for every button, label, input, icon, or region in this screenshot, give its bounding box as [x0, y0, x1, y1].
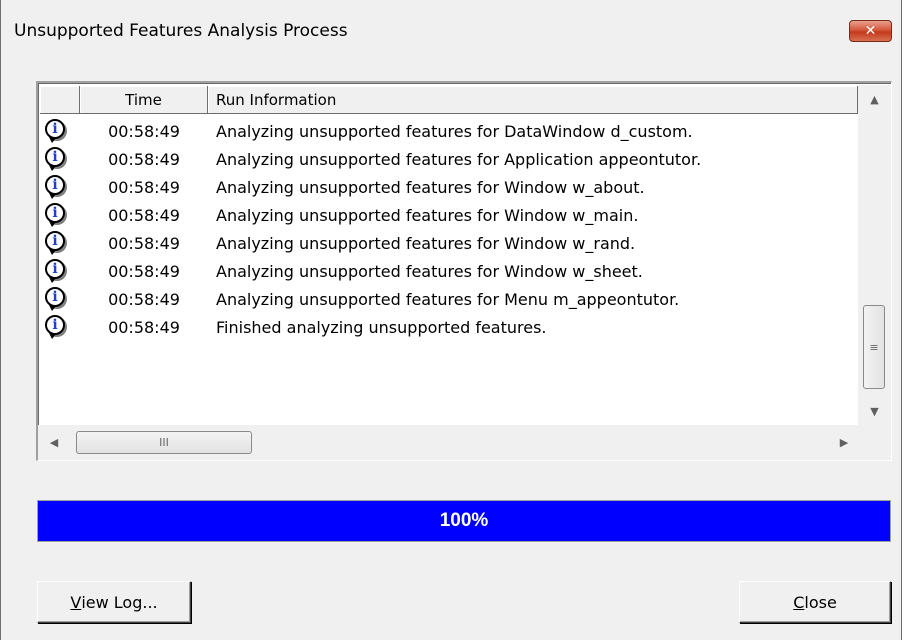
- info-icon: i: [45, 287, 65, 311]
- column-header-run-information[interactable]: Run Information: [208, 86, 858, 114]
- view-log-button[interactable]: View Log...: [37, 581, 191, 623]
- row-icon-cell: i: [40, 201, 80, 229]
- table-row[interactable]: i 00:58:49 Analyzing unsupported features …: [40, 229, 860, 257]
- row-run-information: Analyzing unsupported features for Appli…: [216, 149, 702, 169]
- vertical-scrollbar[interactable]: ▲ ≡ ▼: [858, 85, 891, 425]
- scroll-up-arrow-icon[interactable]: ▲: [858, 85, 891, 113]
- info-icon: i: [45, 203, 65, 227]
- row-run-information: Analyzing unsupported features for Windo…: [216, 233, 636, 253]
- row-icon-cell: i: [40, 285, 80, 313]
- progress-bar: 100%: [37, 500, 891, 542]
- table-row[interactable]: i 00:58:49 Analyzing unsupported features …: [40, 145, 860, 173]
- title-bar[interactable]: Unsupported Features Analysis Process ✕: [1, 0, 901, 62]
- info-icon: i: [45, 259, 65, 283]
- row-run-information: Analyzing unsupported features for Menu …: [216, 289, 680, 309]
- scrollbar-corner: [858, 425, 891, 460]
- table-row[interactable]: i 00:58:49 Finished analyzing unsupported …: [40, 313, 860, 341]
- scroll-left-arrow-icon[interactable]: ◀: [40, 425, 68, 460]
- info-icon: i: [45, 315, 65, 339]
- close-window-button[interactable]: ✕: [849, 20, 892, 42]
- row-run-information: Analyzing unsupported features for Windo…: [216, 205, 639, 225]
- close-button[interactable]: Close: [739, 581, 891, 623]
- table-row[interactable]: i 00:58:49 Analyzing unsupported features …: [40, 201, 860, 229]
- row-icon-cell: i: [40, 229, 80, 257]
- vertical-scroll-thumb[interactable]: ≡: [863, 305, 885, 389]
- table-row[interactable]: i 00:58:49 Analyzing unsupported features …: [40, 285, 860, 313]
- row-time: 00:58:49: [108, 261, 180, 281]
- table-row[interactable]: i 00:58:49 Analyzing unsupported features …: [40, 117, 860, 145]
- run-information-list[interactable]: Time Run Information i 00:58:49 Analyzing …: [36, 81, 892, 461]
- view-log-label: iew Log...: [81, 592, 158, 612]
- table-row[interactable]: i 00:58:49 Analyzing unsupported features …: [40, 257, 860, 285]
- row-run-information: Analyzing unsupported features for DataW…: [216, 121, 693, 141]
- view-log-accelerator: V: [70, 592, 82, 612]
- close-icon: ✕: [864, 23, 877, 39]
- row-run-information: Finished analyzing unsupported features.: [216, 317, 547, 337]
- scroll-right-arrow-icon[interactable]: ▶: [830, 425, 858, 460]
- close-label: lose: [804, 592, 837, 612]
- info-icon: i: [45, 147, 65, 171]
- dialog-window: Unsupported Features Analysis Process ✕ …: [0, 0, 902, 640]
- row-run-information: Analyzing unsupported features for Windo…: [216, 177, 645, 197]
- row-time: 00:58:49: [108, 121, 180, 141]
- row-icon-cell: i: [40, 257, 80, 285]
- row-run-information: Analyzing unsupported features for Windo…: [216, 261, 643, 281]
- row-time: 00:58:49: [108, 177, 180, 197]
- row-time: 00:58:49: [108, 317, 180, 337]
- row-time: 00:58:49: [108, 289, 180, 309]
- row-icon-cell: i: [40, 313, 80, 341]
- row-icon-cell: i: [40, 145, 80, 173]
- horizontal-scroll-thumb[interactable]: III: [76, 431, 252, 454]
- progress-label: 100%: [439, 510, 489, 531]
- column-header-time[interactable]: Time: [80, 86, 208, 114]
- horizontal-scrollbar[interactable]: ◀ III ▶: [38, 425, 858, 460]
- row-time: 00:58:49: [108, 233, 180, 253]
- row-icon-cell: i: [40, 173, 80, 201]
- info-icon: i: [45, 175, 65, 199]
- scroll-down-arrow-icon[interactable]: ▼: [858, 397, 891, 425]
- table-row[interactable]: i 00:58:49 Analyzing unsupported features …: [40, 173, 860, 201]
- window-title: Unsupported Features Analysis Process: [14, 21, 348, 41]
- info-icon: i: [45, 119, 65, 143]
- row-time: 00:58:49: [108, 205, 180, 225]
- row-time: 00:58:49: [108, 149, 180, 169]
- column-header-icon[interactable]: [40, 86, 80, 114]
- row-icon-cell: i: [40, 117, 80, 145]
- info-icon: i: [45, 231, 65, 255]
- list-rows: i 00:58:49 Analyzing unsupported features …: [40, 117, 860, 341]
- close-accelerator: C: [793, 592, 805, 612]
- list-header: Time Run Information: [40, 86, 860, 114]
